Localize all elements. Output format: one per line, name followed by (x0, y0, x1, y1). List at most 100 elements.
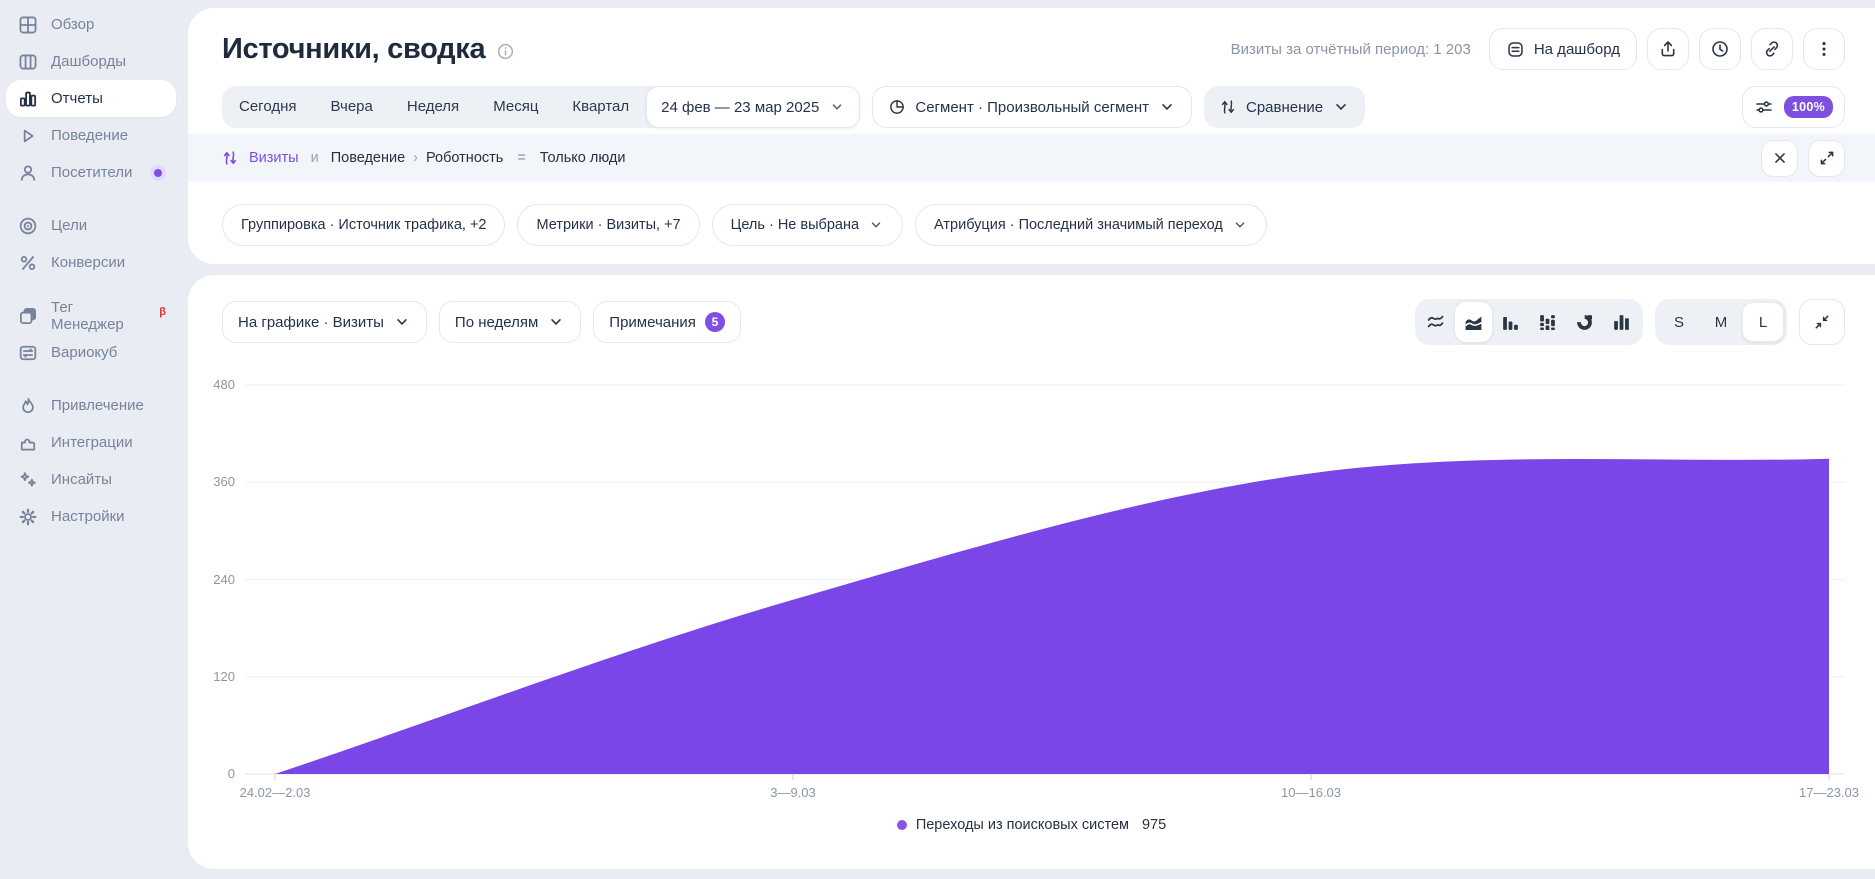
sidebar-item-label: Интеграции (51, 434, 133, 451)
sidebar-item-label: Тег Менеджер (51, 299, 144, 333)
clear-filter-button[interactable] (1761, 140, 1798, 177)
sidebar-item-integrations[interactable]: Интеграции (6, 424, 176, 461)
settings-chip[interactable]: Группировка · Источник трафика, +2 (222, 204, 505, 246)
on-chart-label: На графике · Визиты (238, 314, 384, 331)
filter-actions (1761, 140, 1845, 177)
chart-legend[interactable]: Переходы из поисковых систем 975 (188, 817, 1875, 833)
history-button[interactable] (1699, 28, 1741, 70)
sidebar-item-dashboards[interactable]: Дашборды (6, 43, 176, 80)
metric-icon (221, 149, 239, 167)
copy-link-button[interactable] (1751, 28, 1793, 70)
sidebar-item-reports[interactable]: Отчеты (6, 80, 176, 117)
chart-size-s[interactable]: S (1658, 302, 1700, 342)
insights-icon (18, 470, 38, 490)
x-axis-label: 24.02—2.03 (240, 785, 311, 800)
sidebar-item-label: Отчеты (51, 90, 103, 107)
chevron-down-icon (1158, 98, 1176, 116)
sidebar-item-grid[interactable]: Обзор (6, 6, 176, 43)
chip-label: Цель · Не выбрана (731, 217, 859, 233)
sidebar-item-label: Дашборды (51, 53, 126, 70)
to-dashboard-button[interactable]: На дашборд (1489, 28, 1637, 70)
link-icon (1762, 39, 1782, 59)
report-header-card: Источники, сводка Визиты за отчётный пер… (188, 8, 1875, 264)
filter-metric[interactable]: Визиты (249, 150, 299, 166)
period-tab[interactable]: Неделя (390, 86, 476, 128)
chart-type-columns[interactable] (1603, 302, 1640, 342)
chart-type-stacked-bar[interactable] (1529, 302, 1566, 342)
chart-size-group: SML (1655, 299, 1787, 345)
x-axis-label: 3—9.03 (770, 785, 816, 800)
chart-type-line-chart[interactable] (1418, 302, 1455, 342)
period-tab[interactable]: Сегодня (222, 86, 314, 128)
expand-filter-button[interactable] (1808, 140, 1845, 177)
chart-type-area-chart[interactable] (1455, 302, 1492, 342)
sidebar-item-goals[interactable]: Цели (6, 207, 176, 244)
segment-label: Сегмент · Произвольный сегмент (915, 99, 1149, 116)
kebab-icon (1814, 39, 1834, 59)
sidebar-item-variocube[interactable]: Вариокуб (6, 334, 176, 371)
area-chart-icon (1463, 312, 1484, 333)
sidebar-item-visitors[interactable]: Посетители (6, 154, 176, 191)
collapse-chart-button[interactable] (1799, 299, 1845, 345)
title-row: Источники, сводка Визиты за отчётный пер… (188, 8, 1875, 70)
y-axis-labels: 0120240360480 (188, 373, 235, 803)
settings-chip[interactable]: Метрики · Визиты, +7 (517, 204, 699, 246)
reports-icon (18, 89, 38, 109)
y-axis-label: 120 (188, 669, 235, 684)
compare-button[interactable]: Сравнение (1204, 86, 1365, 128)
on-chart-selector[interactable]: На графике · Визиты (222, 301, 427, 343)
date-range-picker[interactable]: 24 фев — 23 мар 2025 (646, 86, 860, 128)
page-title: Источники, сводка (222, 33, 485, 66)
chart-type-bar-chart[interactable] (1492, 302, 1529, 342)
chart-size-m[interactable]: M (1700, 302, 1742, 342)
filter-dimension[interactable]: Поведение (331, 150, 405, 166)
period-tab[interactable]: Квартал (555, 86, 646, 128)
notes-label: Примечания (609, 314, 696, 331)
expand-icon (1818, 149, 1836, 167)
sidebar-group: Тег МенеджерβВариокуб (0, 297, 188, 371)
segment-icon (888, 98, 906, 116)
sidebar-item-attraction[interactable]: Привлечение (6, 387, 176, 424)
x-axis-label: 10—16.03 (1281, 785, 1341, 800)
chevron-down-icon (1332, 98, 1350, 116)
filter-dimension-sub[interactable]: Роботность (426, 150, 503, 166)
sidebar-item-insights[interactable]: Инсайты (6, 461, 176, 498)
header-actions: Визиты за отчётный период: 1 203 На дашб… (1231, 28, 1845, 70)
legend-dot (897, 820, 907, 830)
legend-label: Переходы из поисковых систем (916, 817, 1129, 833)
settings-chip[interactable]: Цель · Не выбрана (712, 204, 903, 246)
share-icon (1658, 39, 1678, 59)
chart-size-l[interactable]: L (1742, 302, 1784, 342)
chevron-down-icon (829, 99, 845, 115)
x-axis-label: 17—23.03 (1799, 785, 1859, 800)
segment-selector[interactable]: Сегмент · Произвольный сегмент (872, 86, 1192, 128)
granularity-selector[interactable]: По неделям (439, 301, 581, 343)
info-icon[interactable] (496, 42, 515, 61)
filter-band: Визиты и Поведение › Роботность = Только… (188, 134, 1875, 182)
chart-type-pie-chart[interactable] (1566, 302, 1603, 342)
export-button[interactable] (1647, 28, 1689, 70)
area-chart[interactable]: 24.02—2.033—9.0310—16.0317—23.03 (245, 373, 1845, 803)
more-menu-button[interactable] (1803, 28, 1845, 70)
period-tab[interactable]: Вчера (314, 86, 390, 128)
variocube-icon (18, 343, 38, 363)
filter-value[interactable]: Только люди (540, 150, 626, 166)
main-content: Источники, сводка Визиты за отчётный пер… (188, 0, 1875, 879)
sidebar-item-settings[interactable]: Настройки (6, 498, 176, 535)
close-icon (1771, 149, 1789, 167)
notes-button[interactable]: Примечания 5 (593, 301, 741, 343)
columns-icon (1611, 312, 1632, 333)
chart-type-group (1415, 299, 1643, 345)
period-tab[interactable]: Месяц (476, 86, 555, 128)
clock-icon (1710, 39, 1730, 59)
chart-card: На графике · Визиты По неделям Примечани… (188, 275, 1875, 869)
sidebar-group: Цели Конверсии (0, 207, 188, 281)
sidebar-item-behavior[interactable]: Поведение (6, 117, 176, 154)
sidebar-item-label: Цели (51, 217, 87, 234)
sidebar-item-tag-manager[interactable]: Тег Менеджерβ (6, 297, 176, 334)
chip-label: Метрики · Визиты, +7 (536, 217, 680, 233)
app-layout: ОбзорДашбордыОтчетыПоведениеПосетителиЦе… (0, 0, 1875, 879)
sidebar-item-conversions[interactable]: Конверсии (6, 244, 176, 281)
sampling-button[interactable]: 100% (1742, 86, 1845, 128)
settings-chip[interactable]: Атрибуция · Последний значимый переход (915, 204, 1267, 246)
